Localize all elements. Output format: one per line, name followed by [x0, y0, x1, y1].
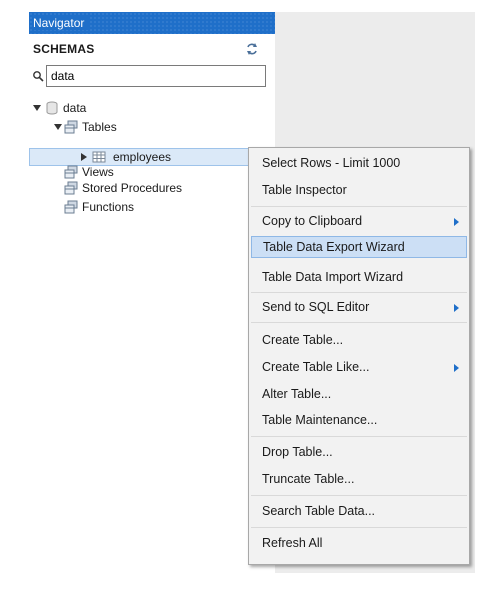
- table-icon: [92, 151, 106, 163]
- menu-item-table-data-import-wizard[interactable]: Table Data Import Wizard: [251, 266, 467, 288]
- folder-views-icon: [64, 165, 78, 179]
- schemas-label: SCHEMAS: [33, 42, 95, 56]
- tree-item-tables[interactable]: Tables: [29, 119, 269, 135]
- folder-procedures-icon: [64, 181, 78, 195]
- database-icon: [46, 101, 58, 115]
- menu-item-table-data-export-wizard[interactable]: Table Data Export Wizard: [251, 236, 467, 258]
- table-label: employees: [113, 150, 172, 164]
- menu-item-alter-table[interactable]: Alter Table...: [251, 383, 467, 405]
- submenu-arrow-icon: [454, 364, 459, 372]
- navigator-title: Navigator: [33, 16, 89, 30]
- folder-tables-icon: [64, 120, 78, 134]
- menu-separator: [251, 322, 467, 323]
- menu-separator: [251, 495, 467, 496]
- menu-item-refresh-all[interactable]: Refresh All: [251, 532, 467, 554]
- menu-item-label: Copy to Clipboard: [262, 214, 363, 228]
- menu-item-create-table-like[interactable]: Create Table Like...: [251, 356, 467, 378]
- folder-functions-icon: [64, 200, 78, 214]
- tree-item-schema-data[interactable]: data: [29, 100, 269, 116]
- menu-item-label: Create Table Like...: [262, 360, 370, 374]
- expand-arrow-icon[interactable]: [80, 153, 88, 161]
- search-icon: [33, 71, 44, 82]
- tree-item-stored-procedures[interactable]: Stored Procedures: [29, 180, 244, 196]
- schema-search-input[interactable]: [46, 65, 266, 87]
- menu-item-drop-table[interactable]: Drop Table...: [251, 441, 467, 463]
- menu-item-search-table-data[interactable]: Search Table Data...: [251, 500, 467, 522]
- menu-separator: [251, 436, 467, 437]
- menu-item-send-to-sql-editor[interactable]: Send to SQL Editor: [251, 296, 467, 318]
- tree-item-table-employees[interactable]: employees: [29, 149, 269, 165]
- navigator-panel: Navigator SCHEMAS data data Tables emplo…: [29, 12, 275, 573]
- menu-separator: [251, 206, 467, 207]
- schema-label: data: [63, 101, 87, 115]
- menu-item-table-maintenance[interactable]: Table Maintenance...: [251, 409, 467, 431]
- collapse-arrow-icon[interactable]: [33, 104, 41, 112]
- navigator-header: Navigator: [29, 12, 275, 34]
- tree-item-functions[interactable]: Functions: [29, 199, 239, 215]
- procedures-label: Stored Procedures: [82, 181, 183, 195]
- menu-separator: [251, 527, 467, 528]
- tables-label: Tables: [82, 120, 117, 134]
- menu-item-table-inspector[interactable]: Table Inspector: [251, 179, 467, 201]
- menu-item-select-rows[interactable]: Select Rows - Limit 1000: [251, 152, 467, 174]
- tree-item-views[interactable]: Views: [29, 164, 239, 180]
- schemas-header: SCHEMAS: [29, 41, 275, 59]
- submenu-arrow-icon: [454, 304, 459, 312]
- refresh-icon[interactable]: [245, 42, 259, 56]
- collapse-arrow-icon[interactable]: [54, 123, 62, 131]
- menu-separator: [251, 292, 467, 293]
- menu-item-create-table[interactable]: Create Table...: [251, 329, 467, 351]
- context-menu: Select Rows - Limit 1000 Table Inspector…: [248, 147, 470, 565]
- schema-search: [29, 65, 275, 87]
- menu-item-truncate-table[interactable]: Truncate Table...: [251, 468, 467, 490]
- functions-label: Functions: [82, 200, 135, 214]
- views-label: Views: [82, 165, 114, 179]
- menu-item-label: Send to SQL Editor: [262, 300, 370, 314]
- menu-item-copy-to-clipboard[interactable]: Copy to Clipboard: [251, 210, 467, 232]
- submenu-arrow-icon: [454, 218, 459, 226]
